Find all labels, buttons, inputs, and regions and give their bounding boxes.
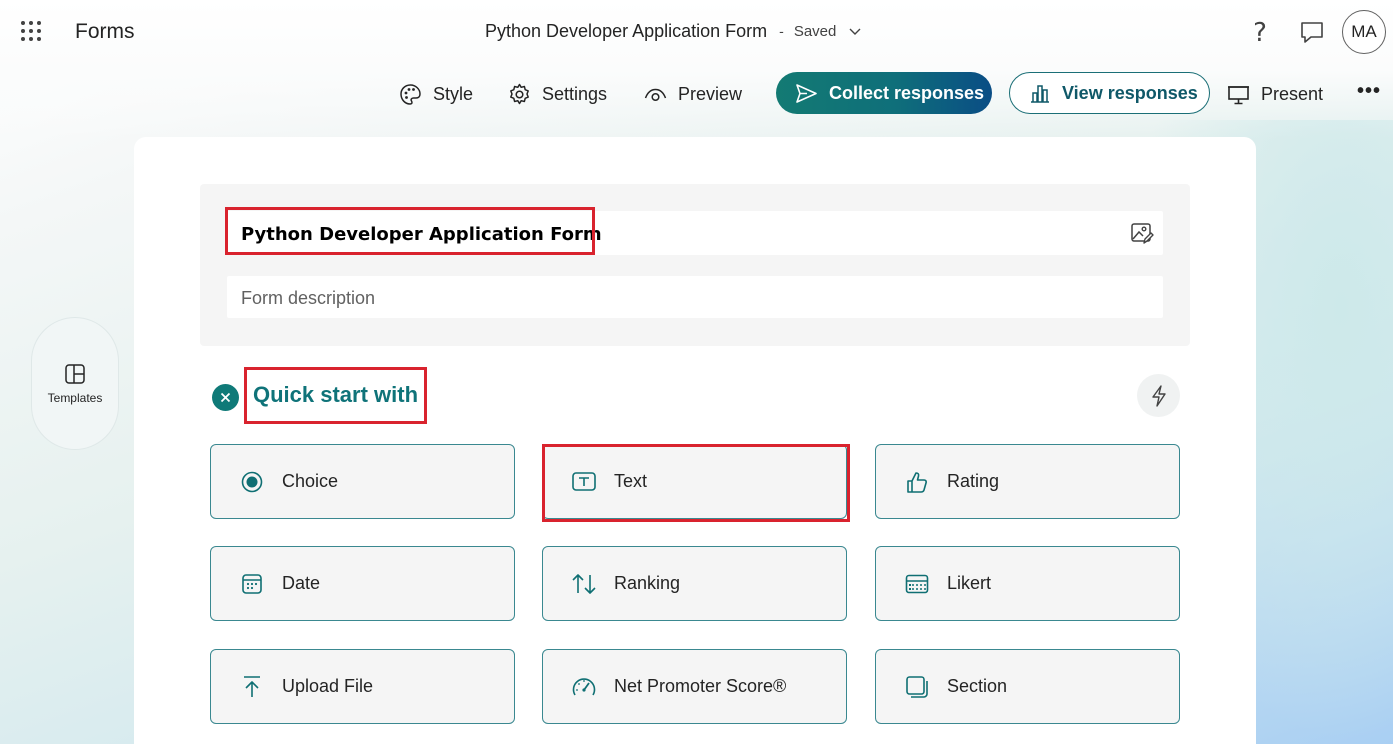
settings-button[interactable]: Settings	[507, 80, 607, 108]
net-promoter-score-label: Net Promoter Score®	[614, 676, 787, 696]
choice-label: Choice	[282, 471, 339, 491]
highlight-box	[244, 367, 427, 424]
lightning-icon[interactable]	[1137, 374, 1180, 417]
app-name[interactable]: Forms	[75, 20, 135, 44]
bar-chart-icon	[1031, 85, 1049, 103]
document-title-menu[interactable]: Python Developer Application Form - Save…	[485, 19, 862, 43]
likert-label: Likert	[947, 573, 992, 593]
gauge-icon	[571, 674, 597, 700]
text-icon	[571, 469, 597, 495]
style-button[interactable]: Style	[398, 80, 473, 108]
present-label: Present	[1261, 83, 1324, 104]
image-edit-icon[interactable]	[1130, 221, 1154, 245]
rating-label: Rating	[947, 471, 1000, 491]
eye-icon	[644, 88, 667, 101]
form-title-field[interactable]: Python Developer Application Form	[225, 207, 1163, 255]
ranking-label: Ranking	[614, 573, 681, 593]
radio-icon	[239, 469, 265, 495]
presentation-icon	[1228, 85, 1249, 104]
upload-icon	[239, 674, 265, 700]
chevron-down-icon[interactable]	[848, 24, 862, 38]
close-quick-start-icon[interactable]	[212, 384, 239, 411]
templates-button[interactable]: Templates	[31, 317, 119, 450]
more-options-button[interactable]: •••	[1357, 80, 1381, 103]
arrows-sort-icon	[571, 571, 597, 597]
quick-start-date[interactable]: Date	[210, 546, 515, 621]
quick-start-likert[interactable]: Likert	[875, 546, 1180, 621]
settings-label: Settings	[542, 83, 608, 104]
quick-start-upload-file[interactable]: Upload File	[210, 649, 515, 724]
view-responses-label: View responses	[1062, 82, 1198, 103]
quick-start-rating[interactable]: Rating	[875, 444, 1180, 519]
save-status: Saved	[793, 22, 837, 40]
gear-icon	[510, 83, 529, 104]
form-canvas: Python Developer Application Form Form d…	[134, 137, 1256, 744]
form-description-field[interactable]: Form description	[227, 276, 1163, 318]
command-bar: Style Settings Preview Collect responses…	[0, 70, 1393, 118]
help-icon[interactable]: ?	[1249, 18, 1271, 48]
send-icon	[796, 83, 817, 103]
highlight-box	[225, 207, 595, 255]
app-launcher-icon[interactable]	[20, 20, 42, 42]
style-label: Style	[433, 83, 474, 104]
palette-icon	[400, 83, 421, 105]
view-responses-button[interactable]: View responses	[1009, 72, 1210, 114]
quick-start-net-promoter-score[interactable]: Net Promoter Score®	[542, 649, 847, 724]
preview-label: Preview	[678, 83, 743, 104]
top-bar: Forms Python Developer Application Form …	[0, 0, 1393, 64]
text-label: Text	[614, 471, 648, 491]
section-label: Section	[947, 676, 1008, 696]
quick-start-text[interactable]: Text	[542, 444, 847, 519]
document-title: Python Developer Application Form	[485, 20, 768, 41]
form-header: Python Developer Application Form Form d…	[200, 184, 1190, 346]
templates-label: Templates	[47, 390, 103, 405]
feedback-icon[interactable]	[1299, 19, 1325, 45]
section-icon	[904, 674, 930, 700]
preview-button[interactable]: Preview	[643, 80, 742, 108]
calendar-icon	[239, 571, 265, 597]
form-description-placeholder: Form description	[241, 288, 376, 308]
quick-start-ranking[interactable]: Ranking	[542, 546, 847, 621]
quick-start-choice[interactable]: Choice	[210, 444, 515, 519]
title-separator: -	[779, 23, 784, 39]
upload-file-label: Upload File	[282, 676, 374, 696]
date-label: Date	[282, 573, 321, 593]
avatar[interactable]: MA	[1342, 10, 1386, 54]
likert-grid-icon	[904, 571, 930, 597]
quick-start-section[interactable]: Section	[875, 649, 1180, 724]
collect-responses-button[interactable]: Collect responses	[776, 72, 992, 114]
quick-start-header: Quick start with	[212, 367, 1180, 425]
templates-icon	[65, 363, 85, 384]
present-button[interactable]: Present	[1226, 80, 1323, 108]
collect-responses-label: Collect responses	[829, 82, 985, 103]
thumbs-up-icon	[904, 469, 930, 495]
